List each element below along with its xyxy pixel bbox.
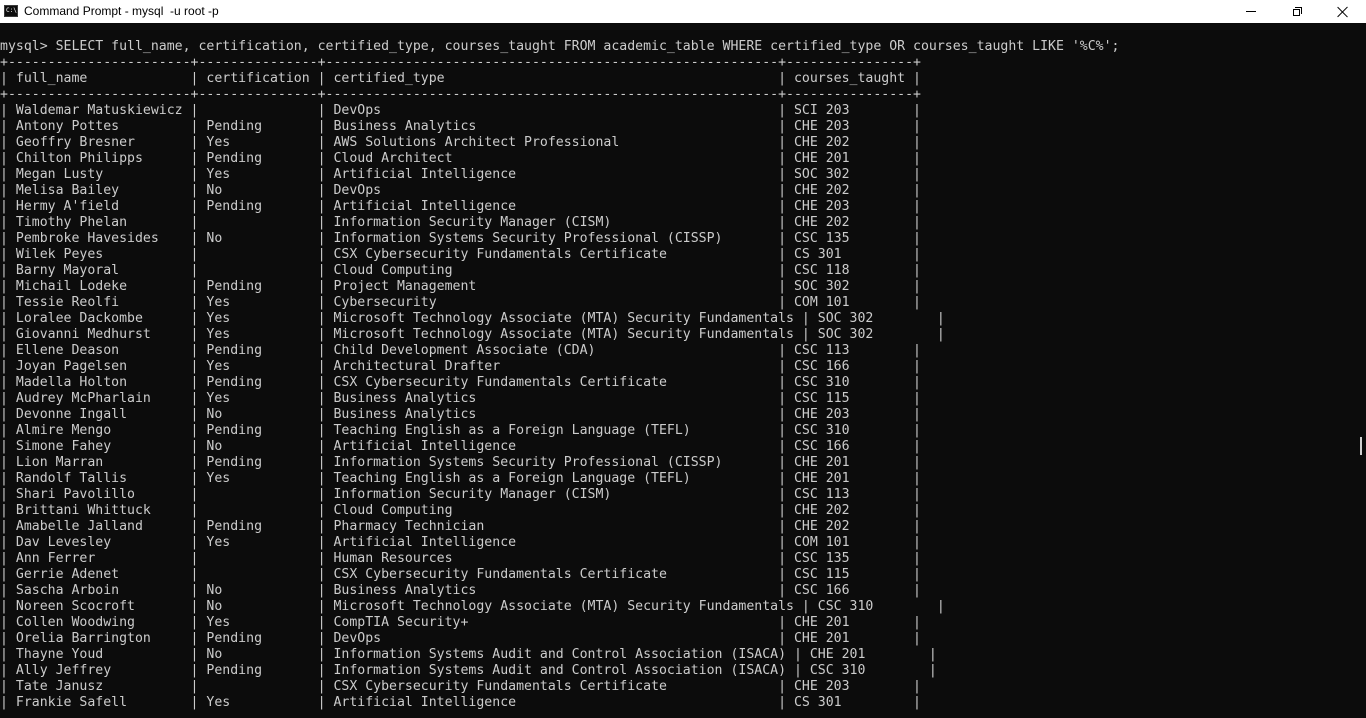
output-line: | Giovanni Medhurst | Yes | Microsoft Te… [0,327,945,342]
output-line: | Audrey McPharlain | Yes | Business Ana… [0,391,921,406]
minimize-button[interactable] [1228,0,1274,23]
output-line: +-----------------------+---------------… [0,87,921,102]
output-line: | Sascha Arboin | No | Business Analytic… [0,583,921,598]
output-line: | full_name | certification | certified_… [0,71,921,86]
output-line: | Geoffry Bresner | Yes | AWS Solutions … [0,135,921,150]
output-line: +-----------------------+---------------… [0,55,921,70]
output-line: | Amabelle Jalland | Pending | Pharmacy … [0,519,921,534]
output-line: | Chilton Philipps | Pending | Cloud Arc… [0,151,921,166]
output-line: | Thayne Youd | No | Information Systems… [0,647,937,662]
output-line: | Megan Lusty | Yes | Artificial Intelli… [0,167,921,182]
output-line: | Dav Levesley | Yes | Artificial Intell… [0,535,921,550]
output-line: | Antony Pottes | Pending | Business Ana… [0,119,921,134]
output-line: | Almire Mengo | Pending | Teaching Engl… [0,423,921,438]
output-line: | Melisa Bailey | No | DevOps | CHE 202 … [0,183,921,198]
output-line: | Joyan Pagelsen | Yes | Architectural D… [0,359,921,374]
restore-icon [1292,7,1302,16]
output-line: | Brittani Whittuck | | Cloud Computing … [0,503,921,518]
output-line: | Wilek Peyes | | CSX Cybersecurity Fund… [0,247,921,262]
output-line: | Pembroke Havesides | No | Information … [0,231,921,246]
output-line: | Lion Marran | Pending | Information Sy… [0,455,921,470]
output-line: | Shari Pavolillo | | Information Securi… [0,487,921,502]
output-line: | Orelia Barrington | Pending | DevOps |… [0,631,921,646]
close-icon [1337,6,1349,18]
output-line: | Tessie Reolfi | Yes | Cybersecurity | … [0,295,921,310]
vertical-scrollbar[interactable] [1356,23,1366,718]
console-text: mysql> SELECT full_name, certification, … [0,23,1356,711]
output-line: | Collen Woodwing | Yes | CompTIA Securi… [0,615,921,630]
output-line: | Ann Ferrer | | Human Resources | CSC 1… [0,551,921,566]
output-line: | Gerrie Adenet | | CSX Cybersecurity Fu… [0,567,921,582]
output-line: | Noreen Scocroft | No | Microsoft Techn… [0,599,945,614]
output-line: | Frankie Safell | Yes | Artificial Inte… [0,695,921,710]
output-line: | Timothy Phelan | | Information Securit… [0,215,921,230]
output-line: | Devonne Ingall | No | Business Analyti… [0,407,921,422]
console-output[interactable]: mysql> SELECT full_name, certification, … [0,23,1356,718]
output-line: | Ally Jeffrey | Pending | Information S… [0,663,937,678]
output-line: | Randolf Tallis | Yes | Teaching Englis… [0,471,921,486]
output-line: | Tate Janusz | | CSX Cybersecurity Fund… [0,679,921,694]
scrollbar-thumb[interactable] [1360,437,1362,455]
command-line: mysql> SELECT full_name, certification, … [0,39,1120,54]
window-title: Command Prompt - mysql -u root -p [24,4,219,18]
minimize-icon [1246,11,1256,12]
output-line: | Loralee Dackombe | Yes | Microsoft Tec… [0,311,945,326]
title-bar[interactable]: Command Prompt - mysql -u root -p [0,0,1366,23]
close-button[interactable] [1320,0,1366,23]
output-line: | Madella Holton | Pending | CSX Cyberse… [0,375,921,390]
output-line: | Barny Mayoral | | Cloud Computing | CS… [0,263,921,278]
maximize-button[interactable] [1274,0,1320,23]
output-line: | Michail Lodeke | Pending | Project Man… [0,279,921,294]
output-line: | Simone Fahey | No | Artificial Intelli… [0,439,921,454]
cmd-icon [4,5,18,17]
output-line: | Waldemar Matuskiewicz | | DevOps | SCI… [0,103,921,118]
output-line: | Hermy A'field | Pending | Artificial I… [0,199,921,214]
output-line: | Ellene Deason | Pending | Child Develo… [0,343,921,358]
